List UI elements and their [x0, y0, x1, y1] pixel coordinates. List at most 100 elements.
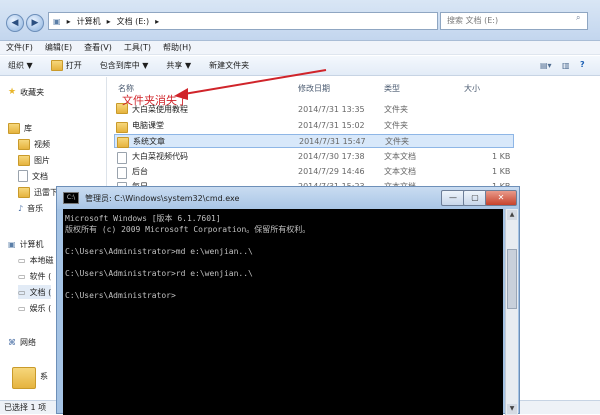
- folder-icon: [117, 137, 129, 148]
- menu-edit[interactable]: 编辑(E): [45, 41, 72, 54]
- file-row-selected[interactable]: 系统文章 2014/7/31 15:47 文件夹: [114, 134, 514, 148]
- sidebar-item-pictures[interactable]: 图片: [18, 153, 50, 167]
- cmd-title: 管理员: C:\Windows\system32\cmd.exe: [85, 193, 240, 203]
- menu-view[interactable]: 查看(V): [84, 41, 112, 54]
- breadcrumb-separator: ▸: [155, 16, 160, 26]
- sidebar-item-music[interactable]: ♪ 音乐: [18, 201, 43, 215]
- details-item-name: 系: [40, 372, 48, 381]
- sidebar-label: 库: [24, 123, 32, 133]
- file-type: 文本文档: [384, 152, 416, 161]
- menu-bar: 文件(F) 编辑(E) 查看(V) 工具(T) 帮助(H): [0, 41, 600, 55]
- file-name: 后台: [132, 167, 148, 176]
- organize-button[interactable]: 组织 ▼: [8, 60, 33, 71]
- breadcrumb-computer[interactable]: 计算机: [77, 16, 101, 27]
- maximize-button[interactable]: ▢: [463, 190, 487, 206]
- sidebar-label: 收藏夹: [20, 87, 45, 97]
- breadcrumb-drive[interactable]: 文档 (E:): [117, 16, 150, 27]
- cmd-app-icon: C:\: [63, 192, 79, 204]
- drive-icon: ▭: [18, 303, 26, 313]
- open-label: 打开: [65, 61, 82, 70]
- forward-button[interactable]: ▶: [26, 14, 44, 32]
- file-name: 系统文章: [133, 137, 165, 146]
- console-line: ​: [65, 235, 501, 246]
- address-bar[interactable]: ▣ ▸ 计算机 ▸ 文档 (E:) ▸: [48, 12, 438, 30]
- sidebar-drive-d[interactable]: ▭ 软件 (: [18, 269, 51, 283]
- cmd-window[interactable]: C:\ 管理员: C:\Windows\system32\cmd.exe — ▢…: [56, 186, 520, 415]
- console-output[interactable]: Microsoft Windows [版本 6.1.7601] 版权所有 (c) …: [63, 209, 503, 415]
- scroll-down-icon[interactable]: ▼: [507, 404, 517, 414]
- file-row[interactable]: 电脑课堂 2014/7/31 15:02 文件夹: [114, 119, 514, 133]
- file-date: 2014/7/29 14:46: [298, 167, 365, 176]
- preview-pane-icon[interactable]: ▥: [562, 61, 570, 70]
- console-line: ​: [65, 257, 501, 268]
- search-input[interactable]: 搜索 文档 (E:): [440, 12, 588, 30]
- view-options-icon[interactable]: ▤▾: [540, 61, 552, 70]
- explorer-titlebar: ◀ ▶ ▣ ▸ 计算机 ▸ 文档 (E:) ▸ 搜索 文档 (E:) ⌕: [0, 0, 600, 41]
- close-button[interactable]: ✕: [485, 190, 517, 206]
- menu-tools[interactable]: 工具(T): [124, 41, 151, 54]
- open-button[interactable]: 打开: [50, 60, 82, 71]
- file-row[interactable]: 后台 2014/7/29 14:46 文本文档 1 KB: [114, 165, 514, 179]
- picture-library-icon: [18, 154, 30, 166]
- folder-icon: [116, 122, 128, 133]
- organize-label: 组织 ▼: [8, 61, 33, 70]
- document-library-icon: [18, 170, 28, 182]
- menu-help[interactable]: 帮助(H): [163, 41, 191, 54]
- include-label: 包含到库中 ▼: [99, 61, 149, 70]
- scroll-thumb[interactable]: [507, 249, 517, 309]
- text-file-icon: [117, 167, 127, 179]
- breadcrumb-separator: ▸: [106, 16, 111, 26]
- sidebar-computer[interactable]: ▣ 计算机: [8, 237, 44, 251]
- computer-icon: ▣: [8, 239, 16, 249]
- minimize-button[interactable]: —: [441, 190, 465, 206]
- status-text: 已选择 1 项: [4, 403, 47, 412]
- cmd-scrollbar[interactable]: ▲ ▼: [505, 209, 518, 415]
- open-icon: [50, 60, 63, 71]
- star-icon: ★: [8, 87, 17, 97]
- console-line: C:\Users\Administrator>rd e:\wenjian..\: [65, 269, 253, 278]
- sidebar-drive-f[interactable]: ▭ 娱乐 (: [18, 301, 51, 315]
- file-date: 2014/7/31 13:35: [298, 105, 365, 114]
- drive-icon: ▭: [18, 255, 26, 265]
- details-folder-icon: [12, 367, 36, 389]
- library-icon: [8, 122, 20, 134]
- sidebar-label: 娱乐 (: [29, 303, 52, 313]
- file-date: 2014/7/31 15:47: [299, 137, 366, 146]
- sidebar-label: 网络: [20, 337, 36, 347]
- file-size: 1 KB: [492, 167, 511, 176]
- menu-file[interactable]: 文件(F): [6, 41, 33, 54]
- file-name: 电脑课堂: [132, 121, 164, 130]
- computer-icon: ▣: [53, 16, 61, 26]
- sidebar-item-videos[interactable]: 视频: [18, 137, 50, 151]
- console-line: C:\Users\Administrator>md e:\wenjian..\: [65, 247, 253, 256]
- column-type[interactable]: 类型: [384, 82, 400, 96]
- network-icon: ⌘: [8, 337, 16, 347]
- include-in-library-button[interactable]: 包含到库中 ▼: [100, 60, 149, 71]
- music-icon: ♪: [18, 203, 24, 213]
- drive-icon: ▭: [18, 287, 26, 297]
- file-date: 2014/7/31 15:02: [298, 121, 365, 130]
- sidebar-item-documents[interactable]: 文档: [18, 169, 48, 183]
- file-row[interactable]: 大白菜视频代码 2014/7/30 17:38 文本文档 1 KB: [114, 150, 514, 164]
- file-size: 1 KB: [492, 152, 511, 161]
- console-line: C:\Users\Administrator>: [65, 291, 176, 300]
- column-size[interactable]: 大小: [464, 82, 480, 96]
- console-line: 版权所有 (c) 2009 Microsoft Corporation。保留所有…: [65, 225, 311, 234]
- file-type: 文本文档: [384, 167, 416, 176]
- help-icon[interactable]: ?: [580, 60, 585, 69]
- sidebar-favorites[interactable]: ★ 收藏夹: [8, 85, 44, 99]
- sidebar-drive-c[interactable]: ▭ 本地磁: [18, 253, 54, 267]
- sidebar-label: 视频: [34, 139, 50, 149]
- text-file-icon: [117, 152, 127, 164]
- sidebar-label: 图片: [34, 155, 50, 165]
- sidebar-drive-e[interactable]: ▭ 文档 (: [18, 285, 52, 299]
- sidebar-label: 本地磁: [29, 255, 54, 265]
- back-button[interactable]: ◀: [6, 14, 24, 32]
- breadcrumb-separator: ▸: [66, 16, 71, 26]
- search-icon[interactable]: ⌕: [576, 13, 580, 23]
- sidebar-network[interactable]: ⌘ 网络: [8, 335, 36, 349]
- sidebar-label: 软件 (: [29, 271, 52, 281]
- sidebar-library[interactable]: 库: [8, 121, 32, 135]
- sidebar-item-thunder[interactable]: 迅雷下: [18, 185, 58, 199]
- scroll-up-icon[interactable]: ▲: [507, 210, 517, 220]
